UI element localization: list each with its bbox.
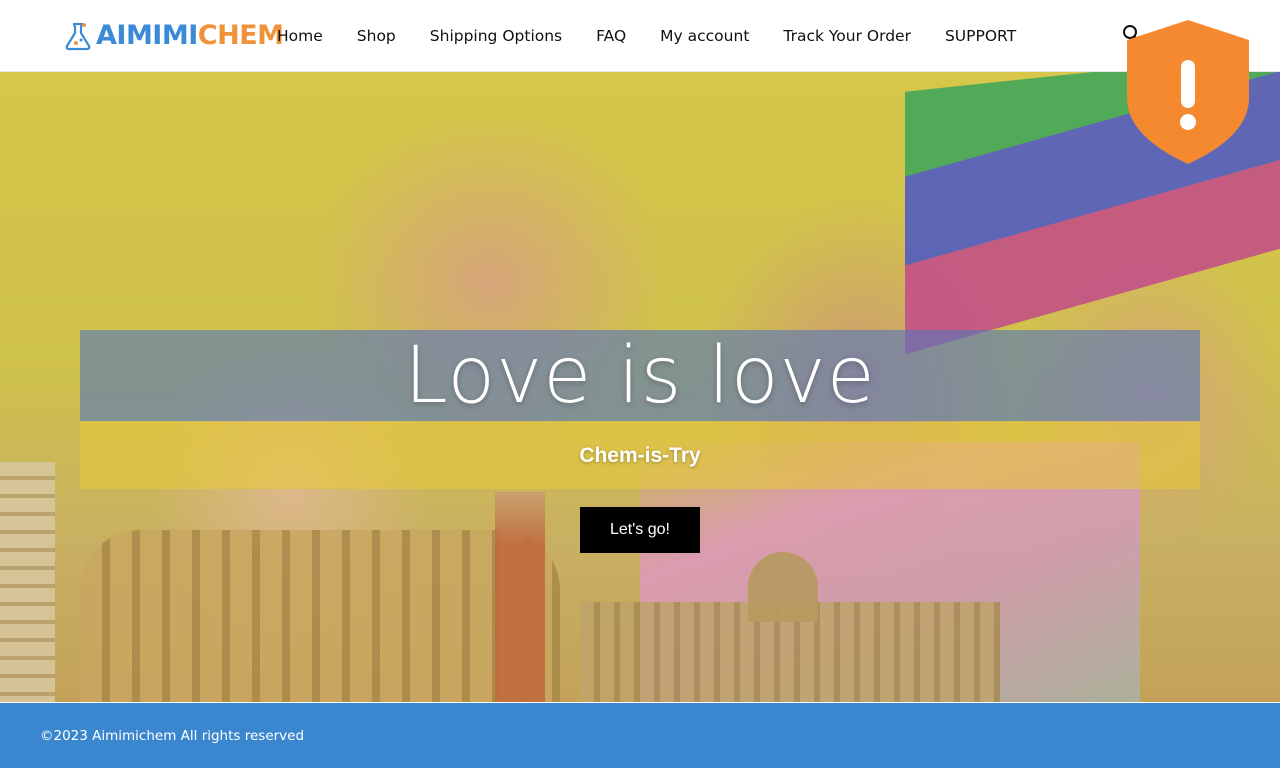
hero-subtitle: Chem-is-Try xyxy=(579,443,701,467)
nav-shop[interactable]: Shop xyxy=(357,27,396,45)
hero-title-banner: Love is love xyxy=(80,330,1200,421)
site-footer: ©2023 Aimimichem All rights reserved xyxy=(0,703,1280,768)
nav-my-account[interactable]: My account xyxy=(660,27,749,45)
hero-title: Love is love xyxy=(404,330,876,421)
flask-icon xyxy=(65,22,91,51)
nav-track-order[interactable]: Track Your Order xyxy=(783,27,911,45)
site-header: AIMIMICHEM Home Shop Shipping Options FA… xyxy=(0,0,1280,72)
copyright-text: ©2023 Aimimichem All rights reserved xyxy=(40,727,305,744)
shield-warning-icon[interactable] xyxy=(1125,18,1251,166)
nav-shipping-options[interactable]: Shipping Options xyxy=(430,27,562,45)
leaning-tower-image xyxy=(0,462,55,702)
main-nav: Home Shop Shipping Options FAQ My accoun… xyxy=(277,0,1050,72)
bell-tower-image xyxy=(495,492,545,702)
site-logo[interactable]: AIMIMICHEM xyxy=(64,16,284,56)
hero-subtitle-banner: Chem-is-Try xyxy=(80,422,1200,489)
nav-home[interactable]: Home xyxy=(277,27,323,45)
nav-faq[interactable]: FAQ xyxy=(596,27,626,45)
colosseum-image xyxy=(80,530,560,702)
dome-image xyxy=(748,552,818,622)
logo-text: AIMIMICHEM xyxy=(96,20,284,51)
hero-section: Love is love Chem-is-Try Let's go! xyxy=(0,72,1280,702)
lets-go-button[interactable]: Let's go! xyxy=(580,507,700,553)
nav-support[interactable]: SUPPORT xyxy=(945,27,1016,45)
